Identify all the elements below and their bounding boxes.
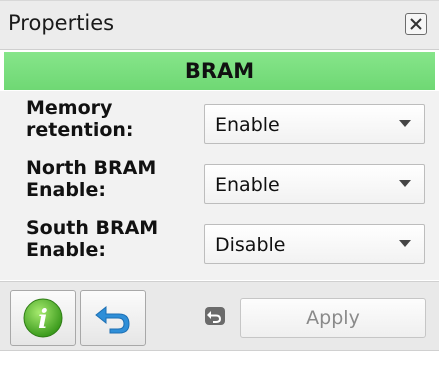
close-icon (410, 18, 422, 30)
info-icon: i (23, 298, 63, 338)
south-bram-label: South BRAM Enable: (26, 217, 159, 261)
memory-retention-value: Enable (215, 114, 280, 136)
south-bram-select[interactable]: Disable (204, 224, 425, 264)
bottom-spacer (0, 351, 439, 369)
section-header: BRAM (4, 52, 435, 90)
chevron-down-icon (399, 180, 411, 187)
north-bram-select[interactable]: Enable (204, 164, 425, 204)
property-row-memory-retention: Memory retention: Enable (0, 91, 439, 151)
panel-title-bar: Properties (0, 0, 439, 50)
close-button[interactable] (405, 13, 427, 35)
chevron-down-icon (399, 240, 411, 247)
undo-button[interactable] (80, 290, 146, 346)
svg-text:i: i (38, 305, 48, 335)
north-bram-value: Enable (215, 174, 280, 196)
memory-retention-select[interactable]: Enable (204, 104, 425, 144)
panel-title: Properties (8, 11, 115, 35)
properties-panel: Properties BRAM Memory retention: Enable… (0, 0, 439, 369)
north-bram-label: North BRAM Enable: (26, 157, 157, 201)
property-row-north-bram: North BRAM Enable: Enable (0, 151, 439, 211)
property-row-south-bram: South BRAM Enable: Disable (0, 211, 439, 271)
memory-retention-label: Memory retention: (26, 97, 134, 141)
reset-button[interactable] (203, 305, 227, 327)
undo-arrow-icon (95, 305, 130, 334)
south-bram-value: Disable (215, 234, 286, 256)
info-button[interactable]: i (10, 290, 76, 346)
reset-small-icon (205, 307, 225, 325)
chevron-down-icon (399, 120, 411, 127)
properties-form: Memory retention: Enable North BRAM Enab… (0, 91, 439, 280)
panel-footer: i Apply (0, 281, 439, 351)
apply-button[interactable]: Apply (240, 298, 426, 338)
